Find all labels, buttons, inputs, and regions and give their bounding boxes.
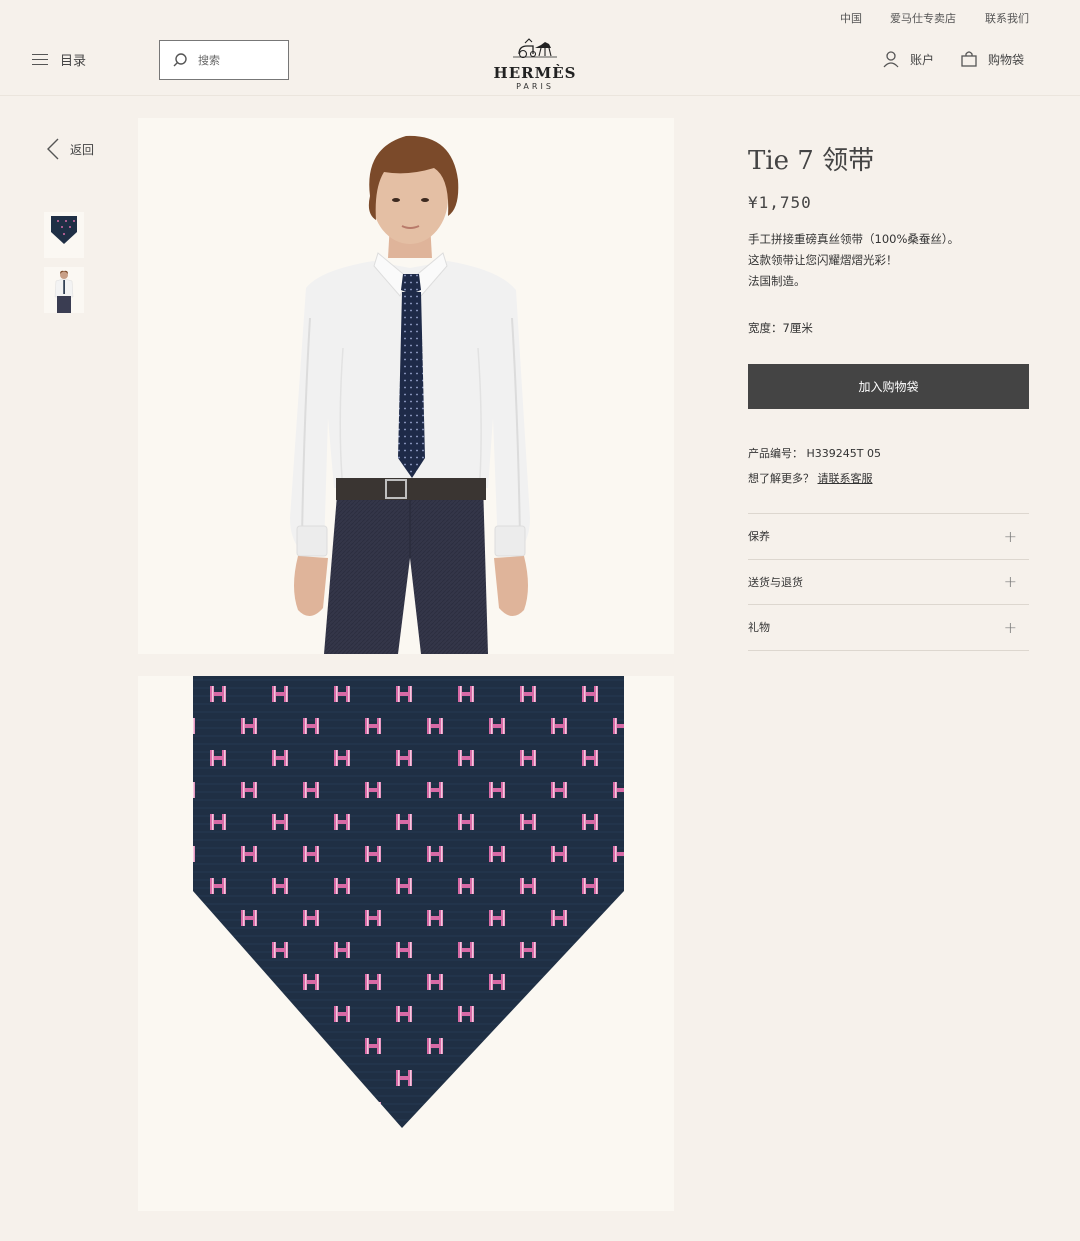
product-info-panel: Tie 7 领带 ¥1,750 手工拼接重磅真丝领带（100%桑蚕丝）。 这款领… <box>748 140 1029 651</box>
plus-icon: + <box>1003 526 1017 546</box>
tie-pattern-closeup-image <box>193 676 624 1128</box>
account-label: 账户 <box>910 52 935 67</box>
tie-thumbnail-image <box>51 216 77 244</box>
back-label: 返回 <box>70 142 95 157</box>
site-header: 目录 HERMÈS PARIS 账户 购 <box>0 30 1080 96</box>
bag-icon <box>961 51 977 67</box>
chevron-left-icon <box>47 138 59 160</box>
product-description: 手工拼接重磅真丝领带（100%桑蚕丝）。 这款领带让您闪耀熠熠光彩！ 法国制造。 <box>748 229 1029 292</box>
logo-city-text: PARIS <box>516 82 554 91</box>
model-thumbnail-image <box>54 270 74 313</box>
accordion-gift[interactable]: 礼物 + <box>748 605 1029 651</box>
logo-brand-text: HERMÈS <box>493 64 577 82</box>
plus-icon: + <box>1003 617 1017 637</box>
description-line: 法国制造。 <box>748 274 806 288</box>
description-line: 这款领带让您闪耀熠熠光彩！ <box>748 253 898 267</box>
search-box[interactable] <box>159 40 289 80</box>
more-info-label: 想了解更多？ <box>748 472 814 485</box>
thumbnail-model[interactable] <box>44 267 84 313</box>
menu-label: 目录 <box>60 54 87 69</box>
accordion-label: 送货与退货 <box>748 575 803 589</box>
country-link[interactable]: 中国 <box>840 10 862 26</box>
product-price: ¥1,750 <box>748 193 812 212</box>
accordion-shipping-returns[interactable]: 送货与退货 + <box>748 560 1029 605</box>
contact-link[interactable]: 联系我们 <box>985 10 1029 26</box>
stores-link[interactable]: 爱马仕专卖店 <box>890 10 956 26</box>
thumbnail-tie-detail[interactable] <box>44 212 84 258</box>
hermes-logo[interactable]: HERMÈS PARIS <box>490 36 580 91</box>
back-button[interactable]: 返回 <box>46 137 94 161</box>
product-sku: 产品编号： H339245T 05 <box>748 445 1029 461</box>
menu-button[interactable]: 目录 <box>32 50 86 69</box>
accordion-care[interactable]: 保养 + <box>748 514 1029 560</box>
accordion-label: 礼物 <box>748 621 770 635</box>
description-line: 手工拼接重磅真丝领带（100%桑蚕丝）。 <box>748 232 960 246</box>
hamburger-icon <box>32 53 48 66</box>
shopping-bag-button[interactable]: 购物袋 <box>960 50 1024 68</box>
contact-service-link[interactable]: 请联系客服 <box>818 472 873 485</box>
plus-icon: + <box>1003 572 1017 592</box>
model-wearing-tie-image <box>290 135 530 654</box>
accordion-label: 保养 <box>748 530 770 544</box>
product-image-tie-detail[interactable] <box>138 676 674 1211</box>
user-icon <box>883 51 899 68</box>
bag-label: 购物袋 <box>988 52 1025 67</box>
top-utility-bar: 中国 爱马仕专卖店 联系我们 <box>0 0 1080 30</box>
search-input[interactable] <box>198 53 278 67</box>
sku-value: H339245T 05 <box>806 447 881 460</box>
product-width: 宽度：7厘米 <box>748 321 813 335</box>
product-title: Tie 7 领带 <box>748 146 875 176</box>
product-image-model[interactable] <box>138 118 674 654</box>
account-button[interactable]: 账户 <box>882 50 934 68</box>
search-icon <box>173 53 187 67</box>
sku-label: 产品编号： <box>748 447 803 460</box>
more-info: 想了解更多？ 请联系客服 <box>748 470 1029 486</box>
product-accordion: 保养 + 送货与退货 + 礼物 + <box>748 513 1029 651</box>
carriage-logo-icon <box>513 38 557 59</box>
add-to-bag-button[interactable]: 加入购物袋 <box>748 364 1029 409</box>
